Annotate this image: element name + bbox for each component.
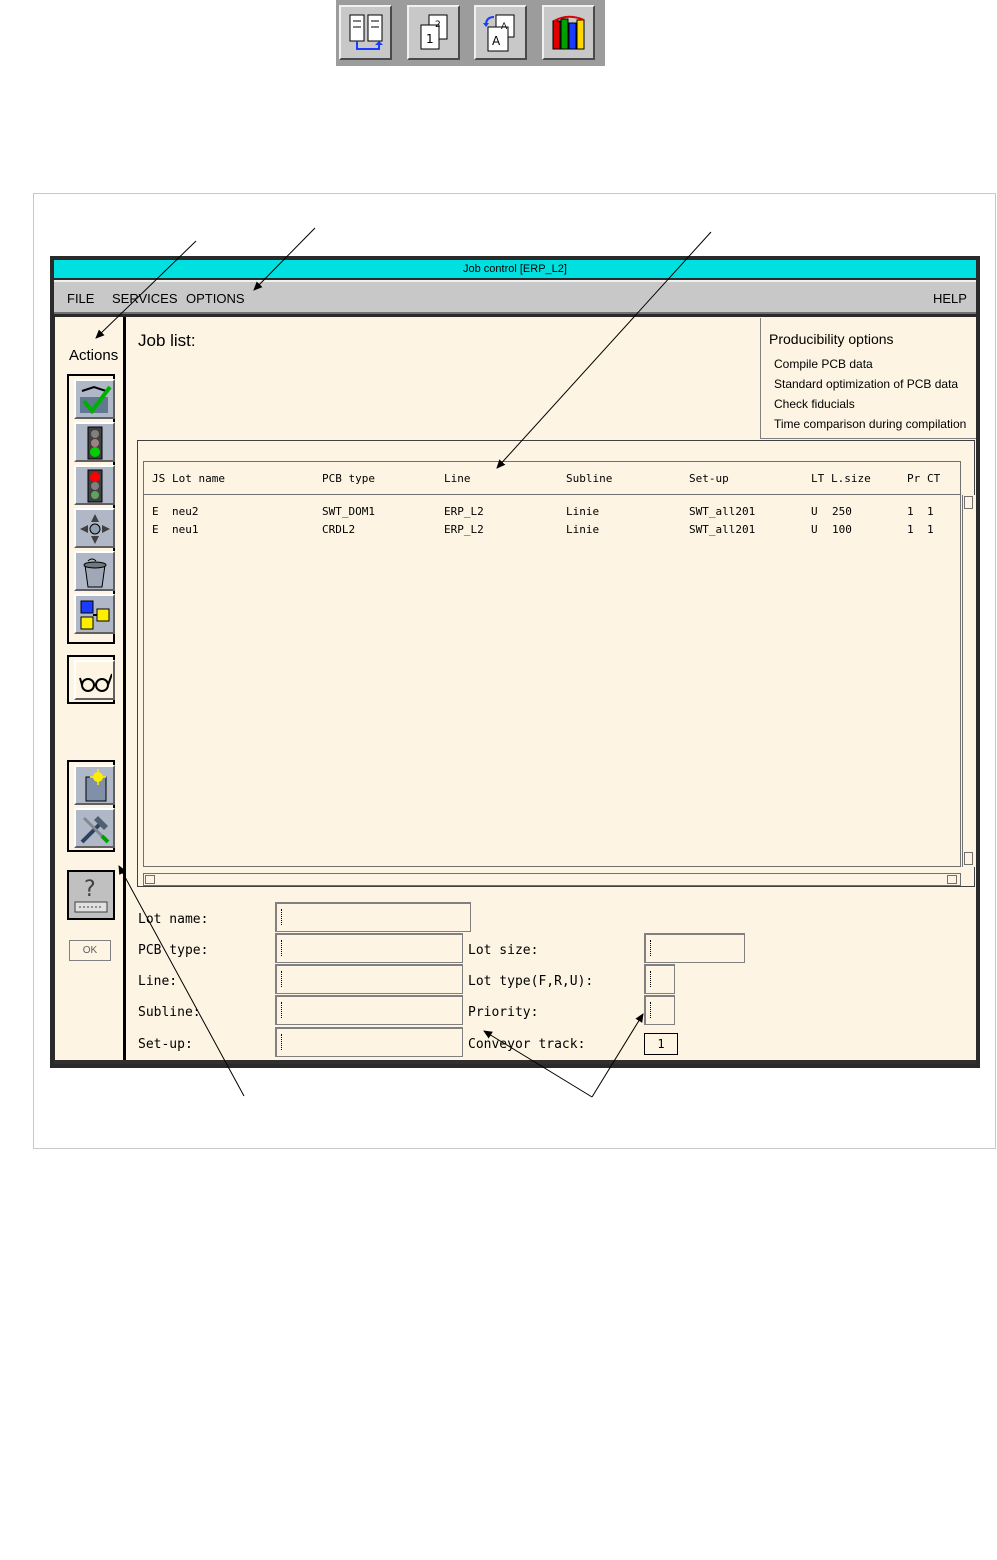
annotation-callouts (95, 227, 712, 1098)
callout-divider (118, 865, 245, 1097)
callout-form (483, 1030, 593, 1098)
callout-job-list (496, 231, 712, 469)
callout-menu (253, 227, 316, 291)
callout-actions (95, 240, 197, 339)
callout-priority (591, 1013, 644, 1098)
